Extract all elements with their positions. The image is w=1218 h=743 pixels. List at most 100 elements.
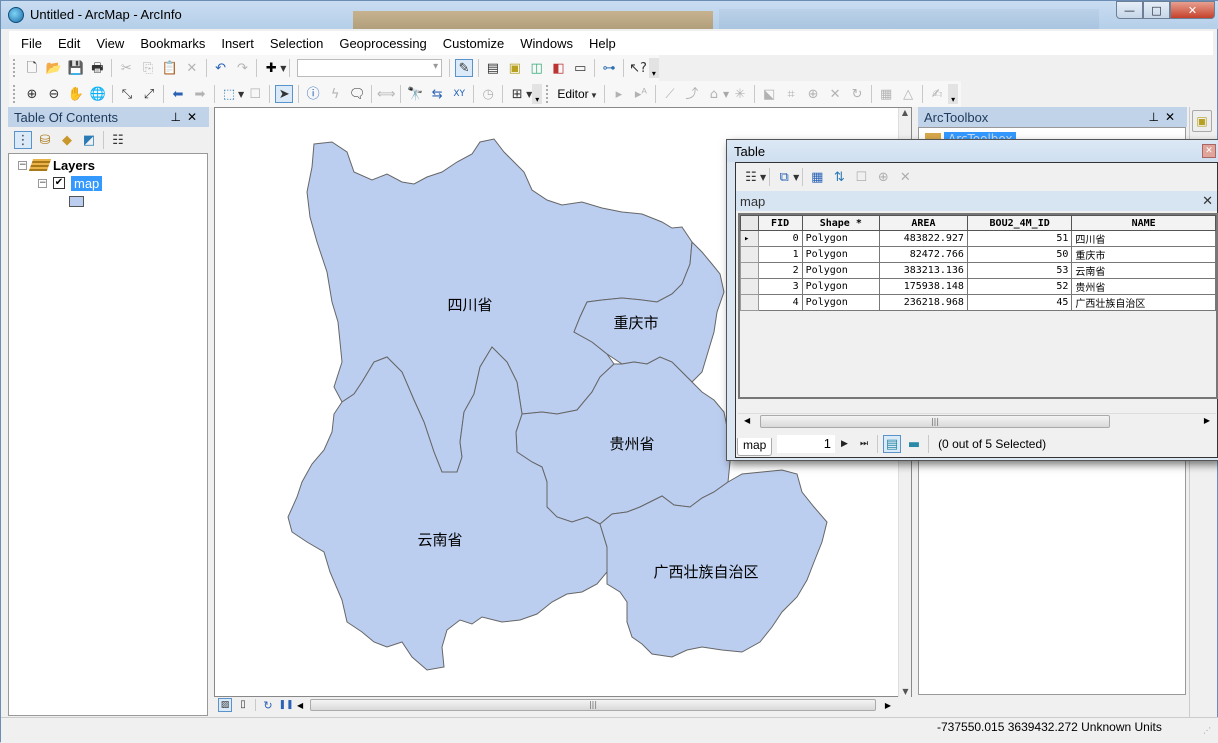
cell-bou2-4m-id[interactable]: 52 bbox=[966, 278, 1073, 295]
zoom-out-icon[interactable]: ⊖ bbox=[45, 85, 63, 103]
arctoolbox-tab-icon[interactable]: ▣ bbox=[1192, 110, 1212, 132]
tree-row-map-layer[interactable]: − ✔ map bbox=[38, 174, 103, 192]
create-features-icon[interactable]: ✍ bbox=[928, 85, 946, 103]
menu-view[interactable]: View bbox=[88, 36, 132, 51]
row-selector[interactable] bbox=[740, 246, 759, 263]
switch-selection-icon[interactable]: ⇅ bbox=[830, 168, 848, 186]
menu-insert[interactable]: Insert bbox=[213, 36, 262, 51]
cell-shape[interactable]: Polygon bbox=[801, 262, 880, 279]
maximize-button[interactable]: □ bbox=[1143, 1, 1170, 19]
select-elements-icon[interactable]: ➤ bbox=[275, 85, 294, 103]
cell-area[interactable]: 175938.148 bbox=[878, 278, 968, 295]
cell-fid[interactable]: 4 bbox=[757, 294, 803, 311]
list-by-selection-icon[interactable]: ◩ bbox=[80, 131, 98, 149]
sketch-properties-icon[interactable]: △ bbox=[899, 85, 917, 103]
cell-area[interactable]: 483822.927 bbox=[878, 230, 968, 247]
pause-drawing-icon[interactable]: ❚❚ bbox=[278, 698, 293, 712]
cell-name[interactable]: 云南省 bbox=[1071, 262, 1216, 279]
layer-symbol[interactable] bbox=[69, 192, 84, 210]
rotate-icon[interactable]: ↻ bbox=[848, 85, 866, 103]
close-icon[interactable]: ✕ bbox=[187, 110, 203, 124]
layout-view-icon[interactable]: ▯ bbox=[236, 698, 250, 712]
clear-selection-icon[interactable]: ☐ bbox=[246, 85, 264, 103]
table-window-titlebar[interactable]: Table bbox=[727, 140, 1218, 162]
row-selector-header[interactable] bbox=[740, 215, 759, 231]
table-options-dropdown-icon[interactable]: ▼ bbox=[760, 173, 766, 182]
print-icon[interactable]: 🖶 bbox=[89, 59, 107, 77]
toolbar-options-icon[interactable]: ▾ bbox=[648, 58, 659, 78]
new-document-icon[interactable]: 🗋 bbox=[23, 59, 41, 77]
row-selector[interactable] bbox=[740, 294, 759, 311]
menu-file[interactable]: File bbox=[13, 36, 50, 51]
end-point-arc-icon[interactable]: ⤴ bbox=[683, 85, 701, 103]
catalog-window-icon[interactable]: ◫ bbox=[528, 59, 546, 77]
forward-extent-icon[interactable]: ➡ bbox=[191, 85, 209, 103]
scroll-down-icon[interactable]: ▼ bbox=[899, 687, 912, 696]
editor-toolbar-icon[interactable]: ✎ bbox=[455, 59, 474, 77]
delete-icon[interactable]: ✕ bbox=[183, 59, 201, 77]
scroll-right-icon[interactable]: ▶ bbox=[885, 701, 891, 710]
close-icon[interactable]: ✕ bbox=[1165, 110, 1181, 124]
close-table-icon[interactable]: ✕ bbox=[1202, 193, 1213, 209]
hyperlink-icon[interactable]: ϟ bbox=[326, 85, 344, 103]
layer-name[interactable]: map bbox=[71, 175, 103, 191]
menu-customize[interactable]: Customize bbox=[435, 36, 512, 51]
table-row[interactable]: 2 Polygon 383213.136 53 云南省 bbox=[740, 262, 1216, 279]
arctoolbox-window-icon[interactable]: ▣ bbox=[506, 59, 524, 77]
full-extent-icon[interactable]: 🌐 bbox=[89, 85, 107, 103]
toolbar-options-icon[interactable]: ▾ bbox=[948, 84, 959, 104]
pan-icon[interactable]: ✋ bbox=[67, 85, 85, 103]
zoom-to-selected-icon[interactable]: ⊕ bbox=[874, 168, 892, 186]
related-tables-icon[interactable]: ⧉ bbox=[775, 168, 793, 186]
construction-tools-icon[interactable]: ⌂ bbox=[705, 85, 723, 103]
undo-icon[interactable]: ↶ bbox=[212, 59, 230, 77]
add-data-icon[interactable]: ✚ bbox=[262, 59, 280, 77]
cell-area[interactable]: 82472.766 bbox=[878, 246, 968, 263]
copy-icon[interactable]: ⎘ bbox=[139, 59, 157, 77]
toolbar-options-icon[interactable]: ▾ bbox=[532, 84, 543, 104]
toolbar-grip[interactable] bbox=[13, 59, 17, 77]
cell-fid[interactable]: 0 bbox=[757, 230, 803, 247]
column-header-fid[interactable]: FID bbox=[757, 215, 803, 231]
table-of-contents-window-icon[interactable]: ▤ bbox=[484, 59, 502, 77]
paste-icon[interactable]: 📋 bbox=[161, 59, 179, 77]
close-button[interactable]: ✕ bbox=[1170, 1, 1215, 19]
column-header-area[interactable]: AREA bbox=[878, 215, 968, 231]
scroll-left-icon[interactable]: ◀ bbox=[744, 416, 750, 425]
go-to-xy-icon[interactable]: XY bbox=[450, 85, 468, 103]
polygon-symbol-swatch[interactable] bbox=[69, 195, 84, 207]
related-tables-dropdown-icon[interactable]: ▼ bbox=[793, 173, 799, 182]
table-row[interactable]: 3 Polygon 175938.148 52 贵州省 bbox=[740, 278, 1216, 295]
select-features-icon[interactable]: ⬚ bbox=[220, 85, 238, 103]
cell-name[interactable]: 贵州省 bbox=[1071, 278, 1216, 295]
toc-options-icon[interactable]: ☷ bbox=[109, 131, 127, 149]
menu-bookmarks[interactable]: Bookmarks bbox=[132, 36, 213, 51]
edit-vertices-icon[interactable]: ⬕ bbox=[760, 85, 778, 103]
edit-tool-icon[interactable]: ▸ bbox=[610, 85, 628, 103]
save-icon[interactable]: 💾 bbox=[67, 59, 85, 77]
editor-menu-button[interactable]: Editor ▼ bbox=[554, 87, 601, 101]
scroll-left-icon[interactable]: ◀ bbox=[297, 701, 303, 710]
measure-icon[interactable]: ⟺ bbox=[377, 85, 396, 103]
reshape-feature-icon[interactable]: ⌗ bbox=[782, 85, 800, 103]
menu-geoprocessing[interactable]: Geoprocessing bbox=[331, 36, 434, 51]
column-header-bou2-4m-id[interactable]: BOU2_4M_ID bbox=[966, 215, 1073, 231]
pin-icon[interactable]: ⊥ bbox=[170, 110, 186, 124]
table-scroll-thumb[interactable]: ||| bbox=[760, 415, 1110, 428]
edit-annotation-icon[interactable]: ▸ᴬ bbox=[632, 85, 650, 103]
select-features-dropdown-icon[interactable]: ▼ bbox=[238, 90, 244, 99]
menu-help[interactable]: Help bbox=[581, 36, 624, 51]
split-tool-icon[interactable]: ✕ bbox=[826, 85, 844, 103]
scroll-up-icon[interactable]: ▲ bbox=[899, 108, 911, 117]
column-header-shape[interactable]: Shape * bbox=[801, 215, 880, 231]
search-window-icon[interactable]: ◧ bbox=[550, 59, 568, 77]
show-selected-records-icon[interactable]: ▬ bbox=[905, 435, 923, 453]
cell-shape[interactable]: Polygon bbox=[801, 278, 880, 295]
python-window-icon[interactable]: ▭ bbox=[571, 59, 589, 77]
pin-icon[interactable]: ⊥ bbox=[1148, 110, 1164, 124]
layer-visibility-checkbox[interactable]: ✔ bbox=[53, 177, 65, 189]
whats-this-help-icon[interactable]: ↖? bbox=[629, 59, 647, 77]
table-row[interactable]: ▸ 0 Polygon 483822.927 51 四川省 bbox=[740, 230, 1216, 247]
select-by-attributes-icon[interactable]: ▦ bbox=[808, 168, 826, 186]
map-horizontal-scroll-thumb[interactable]: ||| bbox=[310, 699, 876, 711]
